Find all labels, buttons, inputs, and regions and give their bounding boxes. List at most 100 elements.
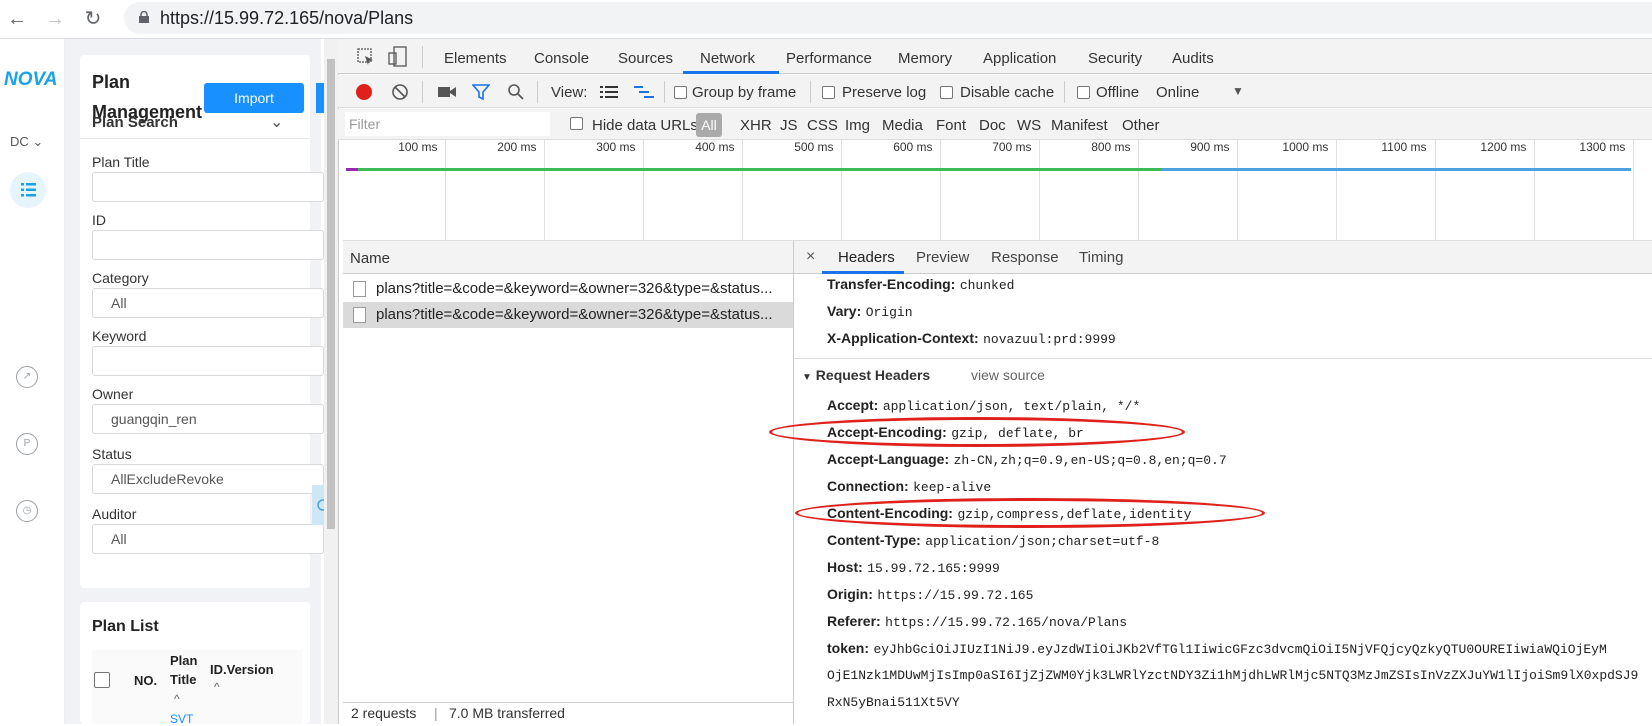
- throttle-select[interactable]: Online: [1156, 84, 1199, 101]
- nav-plans[interactable]: [10, 172, 46, 208]
- tab-elements[interactable]: Elements: [444, 50, 507, 67]
- request-header-row: Connection: keep-alive: [827, 478, 991, 496]
- network-status-bar: 2 requests | 7.0 MB transferred: [343, 702, 793, 725]
- tab-console[interactable]: Console: [534, 50, 589, 67]
- clear-icon[interactable]: [391, 83, 409, 101]
- request-header-row: Accept: application/json, text/plain, */…: [827, 397, 1140, 415]
- header-key: token:: [827, 640, 869, 656]
- header-value: application/json;charset=utf-8: [925, 534, 1160, 549]
- id-input[interactable]: [92, 230, 324, 260]
- timeline-tick-label: 200 ms: [497, 140, 537, 154]
- disable-cache-checkbox[interactable]: [940, 86, 953, 99]
- sort-icon[interactable]: ^: [214, 680, 220, 694]
- browser-toolbar: ← → ↻ https://15.99.72.165/nova/Plans: [0, 0, 1652, 39]
- filter-type-img[interactable]: Img: [845, 117, 870, 134]
- keyword-input[interactable]: [92, 346, 324, 376]
- sort-icon[interactable]: ^: [174, 692, 180, 706]
- address-bar[interactable]: https://15.99.72.165/nova/Plans: [124, 2, 1652, 34]
- filter-type-manifest[interactable]: Manifest: [1051, 117, 1108, 134]
- tab-response[interactable]: Response: [991, 249, 1059, 266]
- tab-network[interactable]: Network: [700, 50, 755, 67]
- timeline-tick-label: 600 ms: [893, 140, 933, 154]
- active-detail-tab-indicator: [822, 271, 904, 274]
- timeline-tick-label: 1300 ms: [1579, 140, 1626, 154]
- page-scrollbar[interactable]: [324, 39, 338, 724]
- dropdown-arrow-icon[interactable]: ▼: [1232, 84, 1244, 98]
- request-header-row: Content-Type: application/json;charset=u…: [827, 532, 1159, 550]
- preserve-log-checkbox[interactable]: [822, 86, 835, 99]
- tab-sources[interactable]: Sources: [618, 50, 673, 67]
- filter-type-doc[interactable]: Doc: [979, 117, 1006, 134]
- search-icon[interactable]: [507, 83, 525, 101]
- name-column-header[interactable]: Name: [350, 250, 390, 267]
- header-key: Accept-Language:: [827, 451, 950, 467]
- timeline-gridline: [1435, 140, 1436, 240]
- scrollbar-thumb[interactable]: [327, 59, 335, 529]
- filter-type-all[interactable]: All: [696, 113, 722, 137]
- p-icon[interactable]: P: [16, 433, 38, 455]
- back-arrow-icon[interactable]: ←: [4, 6, 30, 32]
- tab-audits[interactable]: Audits: [1172, 50, 1214, 67]
- request-row[interactable]: plans?title=&code=&keyword=&owner=326&ty…: [343, 276, 793, 302]
- import-button[interactable]: Import: [204, 83, 304, 113]
- request-headers-section[interactable]: ▼ Request Headers: [802, 367, 930, 383]
- timeline-tick-label: 800 ms: [1091, 140, 1131, 154]
- request-row-selected[interactable]: plans?title=&code=&keyword=&owner=326&ty…: [343, 302, 793, 328]
- filter-type-font[interactable]: Font: [936, 117, 966, 134]
- auditor-select[interactable]: All: [92, 524, 324, 554]
- filter-type-media[interactable]: Media: [882, 117, 923, 134]
- view-source-link[interactable]: view source: [971, 367, 1045, 383]
- device-toolbar-icon[interactable]: [388, 46, 408, 68]
- plan-title-input[interactable]: [92, 172, 324, 202]
- triangle-down-icon: ▼: [802, 372, 812, 383]
- request-name: plans?title=&code=&keyword=&owner=326&ty…: [376, 306, 773, 323]
- header-value: novazuul:prd:9999: [983, 332, 1116, 347]
- filter-input[interactable]: Filter: [345, 112, 550, 136]
- request-header-row: token: eyJhbGciOiJIUzI1NiJ9.eyJzdWIiOiJK…: [827, 640, 1652, 658]
- token-continuation: RxN5yBnai511Xt5VY: [827, 695, 960, 710]
- tab-memory[interactable]: Memory: [898, 50, 952, 67]
- trend-icon[interactable]: ↗: [16, 366, 38, 388]
- timeline-tick-label: 300 ms: [596, 140, 636, 154]
- filter-type-ws[interactable]: WS: [1017, 117, 1041, 134]
- list-view-icon[interactable]: [600, 84, 618, 100]
- category-select[interactable]: All: [92, 288, 324, 318]
- separator: [664, 81, 665, 103]
- collapse-chevron-icon[interactable]: ⌄: [270, 112, 283, 132]
- filter-type-other[interactable]: Other: [1122, 117, 1160, 134]
- header-key: Accept:: [827, 397, 879, 413]
- header-key: Origin:: [827, 586, 873, 602]
- timeline-gridline: [445, 140, 446, 240]
- select-all-checkbox[interactable]: [94, 672, 110, 688]
- timeline-overview[interactable]: [343, 140, 1652, 241]
- col-no: NO.: [134, 673, 158, 688]
- tab-headers[interactable]: Headers: [838, 249, 895, 266]
- status-select[interactable]: AllExcludeRevoke: [92, 464, 324, 494]
- nova-logo: NOVA: [4, 69, 58, 90]
- reload-icon[interactable]: ↻: [80, 6, 106, 32]
- timeline-tick-label: 700 ms: [992, 140, 1032, 154]
- timeline-gridline: [1336, 140, 1337, 240]
- dc-selector[interactable]: DC ⌄: [10, 134, 43, 150]
- screenshot-camera-icon[interactable]: [437, 84, 457, 100]
- group-by-frame-checkbox[interactable]: [674, 86, 687, 99]
- offline-checkbox[interactable]: [1077, 86, 1090, 99]
- inspect-icon[interactable]: [357, 48, 375, 66]
- tab-preview[interactable]: Preview: [916, 249, 969, 266]
- waterfall-view-icon[interactable]: [634, 84, 654, 100]
- tab-timing[interactable]: Timing: [1079, 249, 1123, 266]
- tab-application[interactable]: Application: [983, 50, 1056, 67]
- owner-select[interactable]: guangqin_ren: [92, 404, 324, 434]
- tab-security[interactable]: Security: [1088, 50, 1142, 67]
- record-icon[interactable]: [356, 84, 372, 100]
- filter-type-xhr[interactable]: XHR: [740, 117, 772, 134]
- forward-arrow-icon[interactable]: →: [42, 6, 68, 32]
- filter-type-css[interactable]: CSS: [807, 117, 838, 134]
- hide-data-urls-checkbox[interactable]: [570, 117, 583, 130]
- clock-icon[interactable]: ◷: [16, 500, 38, 522]
- tab-performance[interactable]: Performance: [786, 50, 872, 67]
- filter-icon[interactable]: [472, 83, 490, 101]
- request-name: plans?title=&code=&keyword=&owner=326&ty…: [376, 280, 773, 297]
- filter-type-js[interactable]: JS: [780, 117, 798, 134]
- close-icon[interactable]: ×: [806, 248, 815, 266]
